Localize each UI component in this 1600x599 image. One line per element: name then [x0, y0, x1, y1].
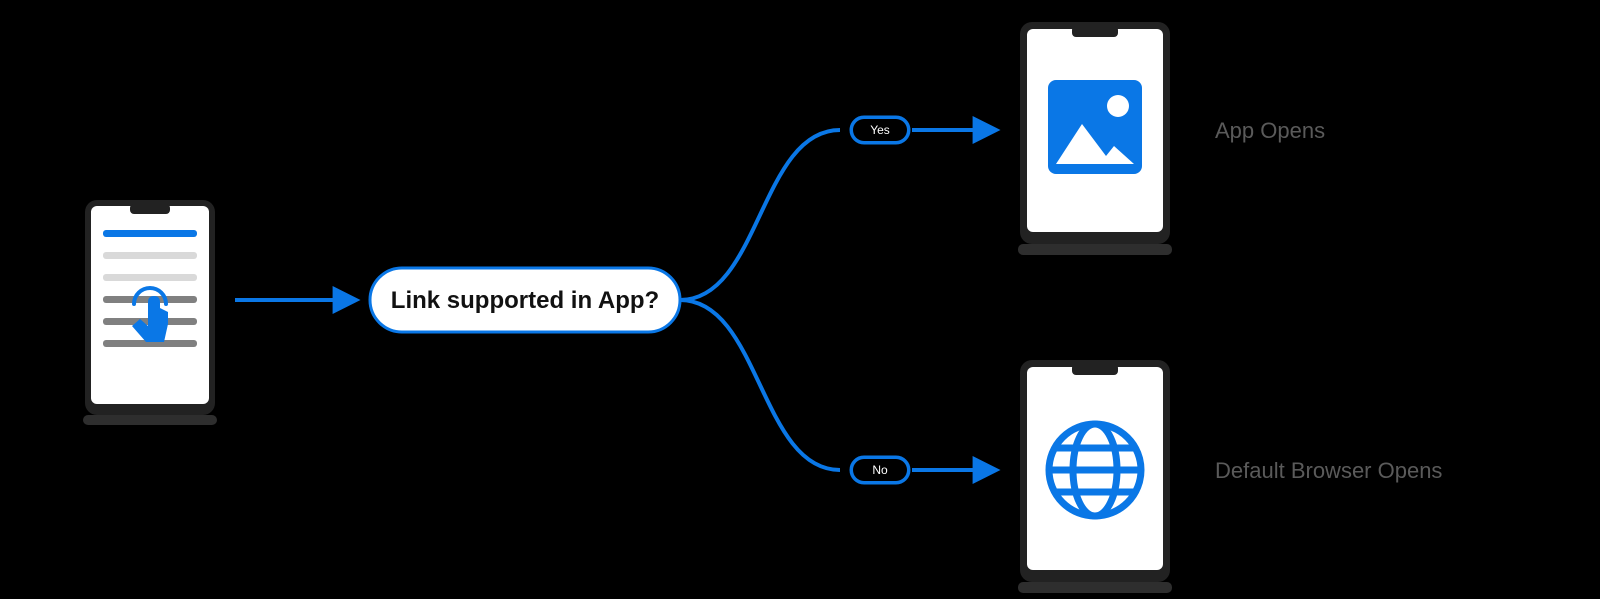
edge-yes: Yes: [850, 116, 995, 144]
edge-yes-label: Yes: [870, 123, 890, 137]
branch-no-curve: [680, 300, 840, 470]
phone-browser-opens: [1018, 360, 1172, 593]
phone-tap-link: [83, 200, 217, 425]
diagram-canvas: Link supported in App? Yes No App Opens: [0, 0, 1600, 599]
decision-label: Link supported in App?: [391, 287, 659, 314]
image-icon: [1048, 80, 1142, 174]
branch-yes-curve: [680, 130, 840, 300]
decision-node: Link supported in App?: [370, 268, 680, 332]
edge-no-label: No: [872, 463, 888, 477]
outcome-no-label: Default Browser Opens: [1215, 458, 1442, 483]
outcome-yes-label: App Opens: [1215, 118, 1325, 143]
edge-no: No: [850, 456, 995, 484]
phone-app-opens: [1018, 22, 1172, 255]
